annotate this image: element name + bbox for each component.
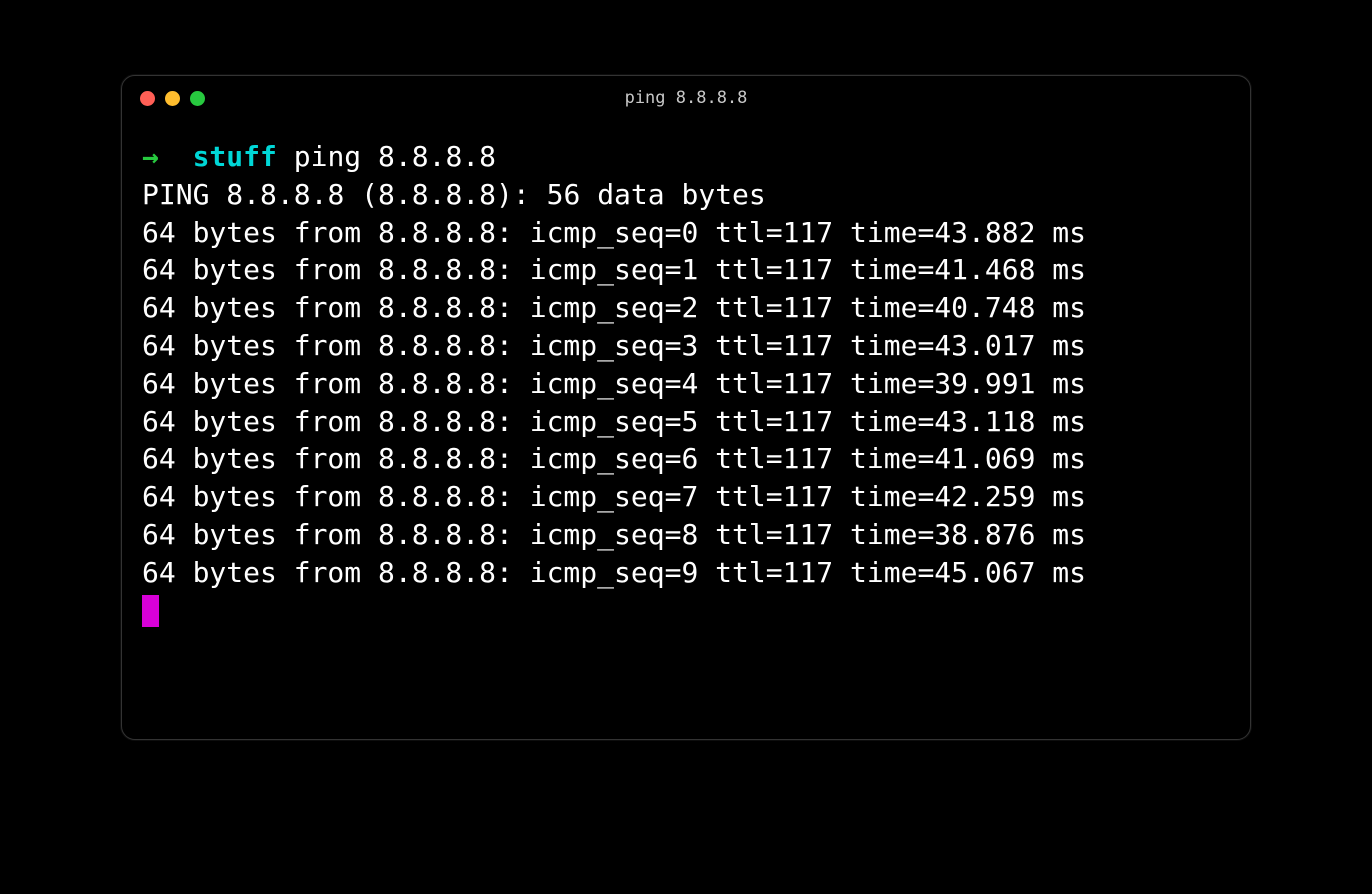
minimize-icon[interactable] <box>165 91 180 106</box>
prompt-directory: stuff <box>193 140 277 173</box>
ping-reply-line: 64 bytes from 8.8.8.8: icmp_seq=8 ttl=11… <box>142 516 1230 554</box>
traffic-lights <box>140 91 205 106</box>
ping-reply-line: 64 bytes from 8.8.8.8: icmp_seq=5 ttl=11… <box>142 403 1230 441</box>
maximize-icon[interactable] <box>190 91 205 106</box>
ping-header: PING 8.8.8.8 (8.8.8.8): 56 data bytes <box>142 176 1230 214</box>
terminal-output[interactable]: → stuff ping 8.8.8.8 PING 8.8.8.8 (8.8.8… <box>122 120 1250 739</box>
terminal-window[interactable]: ping 8.8.8.8 → stuff ping 8.8.8.8 PING 8… <box>121 75 1251 740</box>
cursor-icon <box>142 595 159 627</box>
prompt-line: → stuff ping 8.8.8.8 <box>142 138 1230 176</box>
prompt-command: ping 8.8.8.8 <box>294 140 496 173</box>
ping-reply-line: 64 bytes from 8.8.8.8: icmp_seq=1 ttl=11… <box>142 251 1230 289</box>
ping-reply-line: 64 bytes from 8.8.8.8: icmp_seq=6 ttl=11… <box>142 440 1230 478</box>
ping-reply-line: 64 bytes from 8.8.8.8: icmp_seq=7 ttl=11… <box>142 478 1230 516</box>
ping-reply-line: 64 bytes from 8.8.8.8: icmp_seq=3 ttl=11… <box>142 327 1230 365</box>
ping-reply-line: 64 bytes from 8.8.8.8: icmp_seq=4 ttl=11… <box>142 365 1230 403</box>
close-icon[interactable] <box>140 91 155 106</box>
window-title: ping 8.8.8.8 <box>122 88 1250 108</box>
prompt-arrow-icon: → <box>142 140 159 173</box>
ping-reply-line: 64 bytes from 8.8.8.8: icmp_seq=9 ttl=11… <box>142 554 1230 592</box>
ping-reply-line: 64 bytes from 8.8.8.8: icmp_seq=0 ttl=11… <box>142 214 1230 252</box>
ping-reply-line: 64 bytes from 8.8.8.8: icmp_seq=2 ttl=11… <box>142 289 1230 327</box>
ping-replies: 64 bytes from 8.8.8.8: icmp_seq=0 ttl=11… <box>142 214 1230 592</box>
window-titlebar[interactable]: ping 8.8.8.8 <box>122 76 1250 120</box>
cursor-line <box>142 592 1230 630</box>
